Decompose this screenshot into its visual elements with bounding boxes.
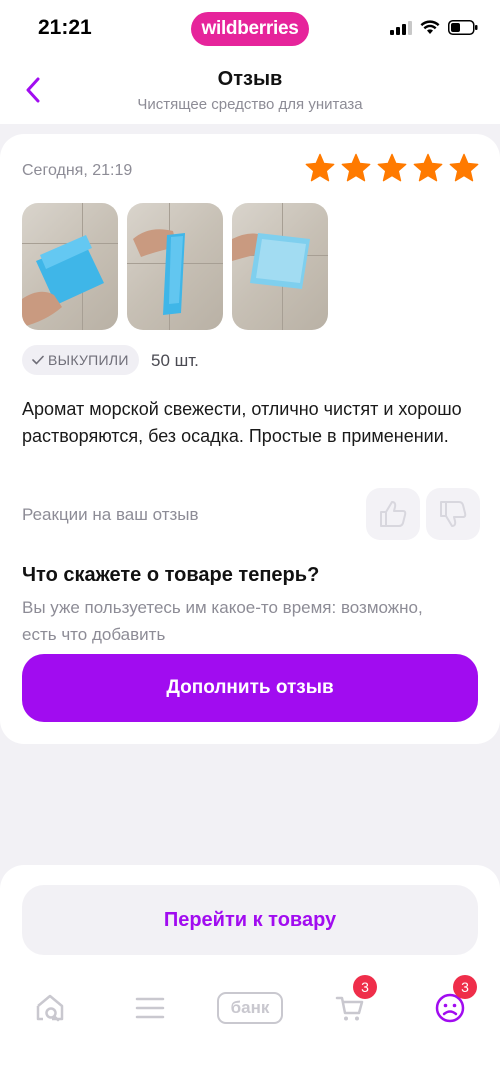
review-text: Аромат морской свежести, отлично чистят …: [22, 399, 462, 446]
star-icon: [377, 153, 407, 182]
thumbs-up-icon: [380, 501, 407, 527]
bank-label: банк: [217, 992, 283, 1024]
page-title: Отзыв: [217, 68, 283, 90]
followup-title: Что скажете о товаре теперь?: [22, 564, 320, 586]
signal-icon: [390, 20, 412, 35]
check-icon: [32, 355, 44, 365]
star-icon: [413, 153, 443, 182]
review-photo[interactable]: [232, 203, 328, 330]
go-to-product-button[interactable]: Перейти к товару: [22, 885, 478, 955]
add-to-review-button[interactable]: Дополнить отзыв: [22, 654, 478, 722]
menu-icon: [135, 997, 165, 1019]
profile-badge: 3: [453, 975, 477, 999]
star-icon: [305, 153, 335, 182]
tab-profile[interactable]: 3: [425, 975, 477, 1033]
cart-badge: 3: [353, 975, 377, 999]
purchased-badge: ВЫКУПИЛИ: [22, 345, 139, 375]
like-button[interactable]: [366, 488, 420, 540]
tab-cart[interactable]: 3: [325, 975, 377, 1033]
wifi-icon: [420, 20, 440, 34]
dislike-button[interactable]: [426, 488, 480, 540]
review-photos: [22, 203, 328, 330]
review-photo[interactable]: [127, 203, 223, 330]
tab-home[interactable]: [25, 983, 75, 1033]
tab-bank[interactable]: банк: [217, 983, 283, 1033]
page-header: Отзыв Чистящее средство для унитаза: [0, 60, 500, 124]
purchased-badge-label: ВЫКУПИЛИ: [48, 352, 129, 368]
page-subtitle: Чистящее средство для унитаза: [137, 96, 363, 113]
review-photo[interactable]: [22, 203, 118, 330]
tab-catalog[interactable]: [125, 983, 175, 1033]
tab-bar: банк 3 3: [0, 975, 500, 1033]
status-bar: 21:21 wildberries: [0, 0, 500, 60]
rating-stars: [304, 152, 480, 184]
star-icon: [341, 153, 371, 182]
reactions-label: Реакции на ваш отзыв: [22, 505, 199, 524]
brand-logo: wildberries: [191, 12, 309, 46]
review-card: Сегодня, 21:19 ВЫКУПИЛИ 50 шт. Аромат мо…: [0, 134, 500, 744]
home-search-icon: [36, 994, 64, 1022]
battery-icon: [448, 20, 478, 35]
thumbs-down-icon: [440, 501, 467, 527]
bottom-panel: Перейти к товару банк 3 3: [0, 865, 500, 1083]
review-date: Сегодня, 21:19: [22, 162, 133, 179]
status-icons: [390, 20, 478, 35]
status-time: 21:21: [38, 16, 92, 39]
followup-subtitle: Вы уже пользуетесь им какое-то время: во…: [22, 598, 423, 644]
star-icon: [449, 153, 479, 182]
purchase-quantity: 50 шт.: [151, 351, 199, 370]
